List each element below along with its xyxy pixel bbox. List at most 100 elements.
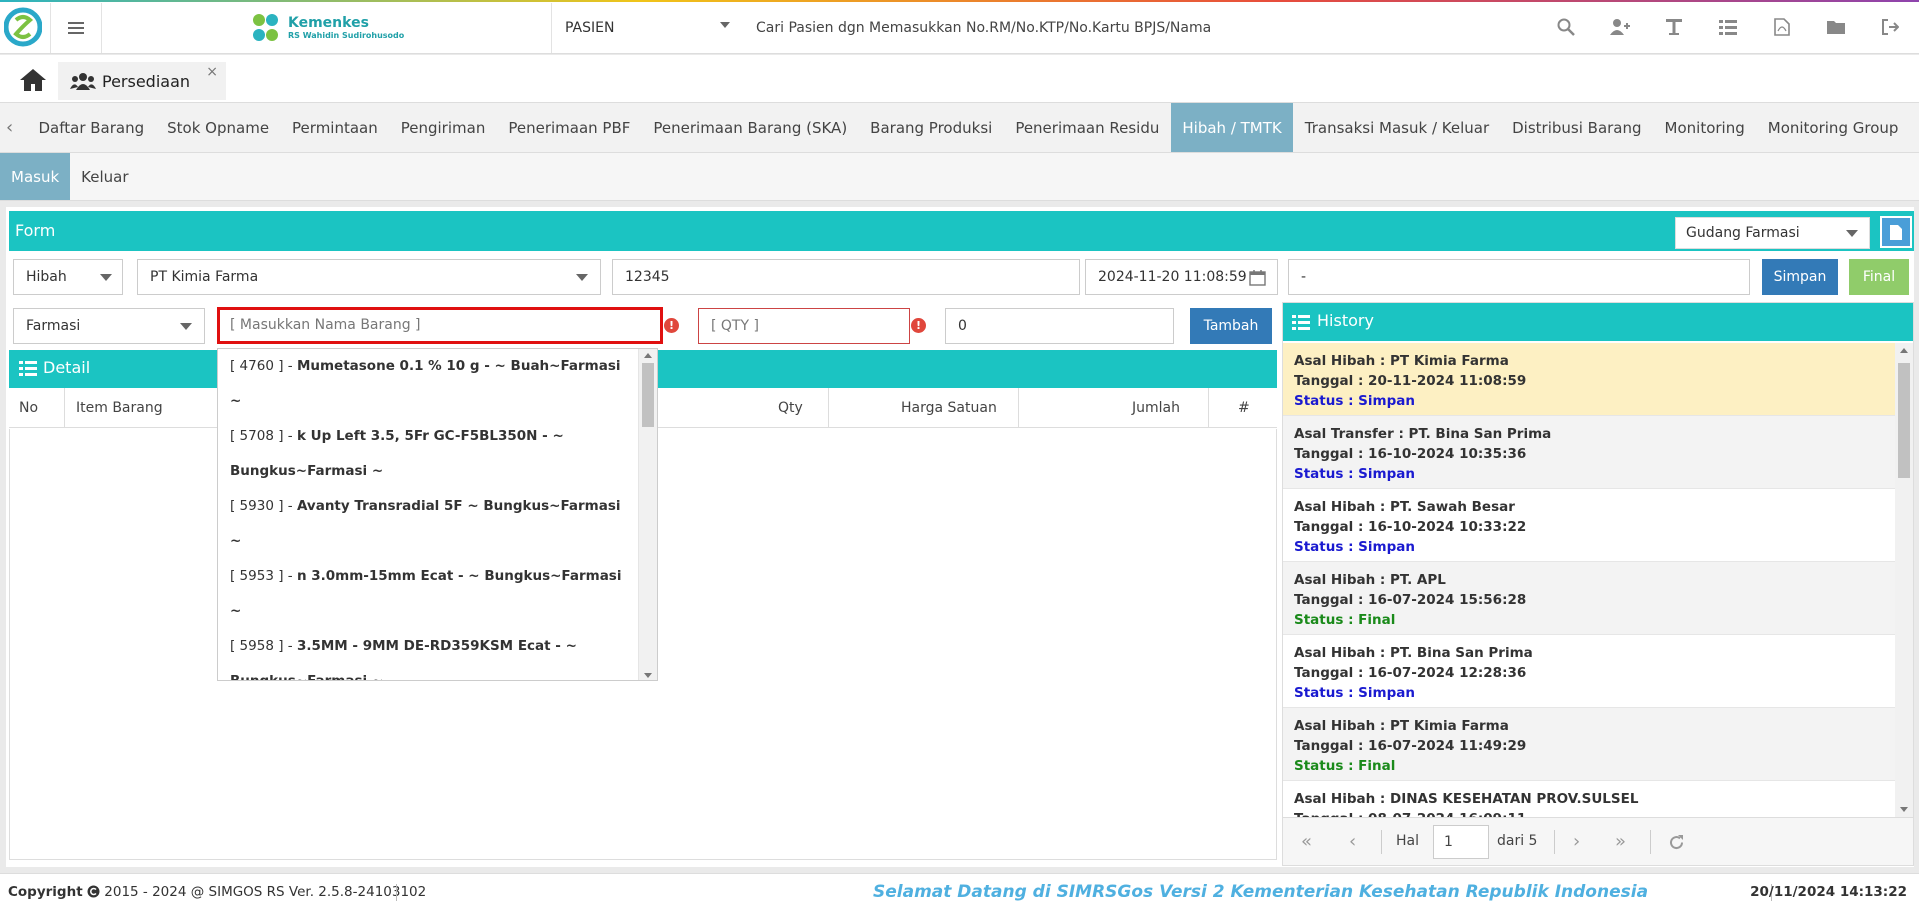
scroll-thumb[interactable]	[642, 363, 654, 427]
gudang-value: Gudang Farmasi	[1686, 225, 1800, 241]
history-item[interactable]: Asal Hibah : PT. Bina San Prima Tanggal :…	[1283, 635, 1895, 708]
history-asal: Asal Hibah : PT Kimia Farma	[1294, 718, 1509, 734]
tanggal-input[interactable]: 2024-11-20 11:08:59	[1085, 259, 1278, 295]
new-document-button[interactable]	[1880, 216, 1912, 248]
scroll-up-icon[interactable]	[644, 353, 652, 358]
scroll-down-icon[interactable]	[1900, 807, 1908, 812]
autocomplete-option[interactable]: Bungkus~Farmasi ~	[218, 664, 638, 680]
gudang-select[interactable]: Gudang Farmasi	[1675, 217, 1870, 249]
tab-persediaan[interactable]: Persediaan ×	[58, 62, 227, 100]
barang-input[interactable]: [ Masukkan Nama Barang ]	[217, 307, 663, 344]
autocomplete-option[interactable]: [ 5953 ] - n 3.0mm-15mm Ecat - ~ Bungkus…	[218, 559, 638, 629]
chevron-down-icon[interactable]	[720, 22, 730, 28]
scroll-down-icon[interactable]	[644, 673, 652, 678]
qty-input[interactable]: [ QTY ]	[698, 308, 910, 344]
tab-permintaan[interactable]: Permintaan	[281, 103, 390, 152]
subtab-masuk[interactable]: Masuk	[0, 153, 71, 200]
history-item[interactable]: Asal Hibah : PT Kimia Farma Tanggal : 20-…	[1283, 343, 1895, 416]
first-page-icon[interactable]: «	[1301, 831, 1312, 852]
scroll-thumb[interactable]	[1898, 363, 1910, 478]
tab-monitoring[interactable]: Monitoring	[1653, 103, 1756, 152]
kategori-select[interactable]: Farmasi	[13, 308, 205, 344]
footer-divider	[396, 884, 397, 901]
column-divider	[1018, 388, 1019, 428]
scroll-up-icon[interactable]	[1900, 348, 1908, 353]
history-item[interactable]: Asal Transfer : PT. Bina San Prima Tangga…	[1283, 416, 1895, 489]
close-icon[interactable]: ×	[206, 64, 218, 80]
tab-penerimaan-pbf[interactable]: Penerimaan PBF	[497, 103, 642, 152]
hamburger-menu-button[interactable]	[50, 3, 102, 53]
subtab-keluar[interactable]: Keluar	[70, 153, 139, 200]
history-tanggal: Tanggal : 16-07-2024 11:49:29	[1294, 738, 1527, 754]
autocomplete-option[interactable]: [ 5708 ] - k Up Left 3.5, 5Fr GC-F5BL350…	[218, 419, 638, 454]
search-scope-select[interactable]: PASIEN	[565, 20, 614, 36]
keterangan-input[interactable]: -	[1288, 259, 1750, 295]
simpan-button[interactable]: Simpan	[1762, 259, 1838, 295]
history-asal: Asal Hibah : PT. Bina San Prima	[1294, 645, 1533, 661]
column-divider	[828, 388, 829, 428]
tambah-button[interactable]: Tambah	[1190, 308, 1272, 344]
text-icon[interactable]	[1663, 16, 1685, 38]
patient-search-input[interactable]: Cari Pasien dgn Memasukkan No.RM/No.KTP/…	[756, 20, 1211, 36]
tab-status-mutasi-b[interactable]: Status Mutasi B	[1910, 103, 1919, 152]
autocomplete-option[interactable]: Bungkus~Farmasi ~	[218, 454, 638, 489]
refresh-icon[interactable]	[1668, 834, 1685, 851]
dropdown-scrollbar[interactable]	[638, 349, 657, 680]
next-page-icon[interactable]: ›	[1573, 831, 1580, 852]
history-status: Status : Simpan	[1294, 466, 1415, 482]
nomor-input[interactable]: 12345	[612, 259, 1080, 295]
autocomplete-options: [ 4760 ] - Mumetasone 0.1 % 10 g - ~ Bua…	[218, 349, 638, 680]
tab-penerimaan-residu[interactable]: Penerimaan Residu	[1004, 103, 1171, 152]
prev-page-icon[interactable]: ‹	[1349, 831, 1356, 852]
chevron-left-icon[interactable]: ‹	[6, 117, 13, 138]
history-item[interactable]: Asal Hibah : PT. APL Tanggal : 16-07-2024…	[1283, 562, 1895, 635]
pdf-icon[interactable]	[1771, 16, 1793, 38]
asal-select[interactable]: PT Kimia Farma	[137, 259, 601, 295]
form-title: Form	[15, 221, 56, 240]
final-button[interactable]: Final	[1849, 259, 1909, 295]
tab-transaksi-masuk-keluar[interactable]: Transaksi Masuk / Keluar	[1293, 103, 1500, 152]
tab-distribusi-barang[interactable]: Distribusi Barang	[1501, 103, 1653, 152]
history-item[interactable]: Asal Hibah : DINAS KESEHATAN PROV.SULSEL…	[1283, 781, 1895, 817]
home-icon[interactable]	[18, 67, 48, 93]
autocomplete-option[interactable]: [ 5930 ] - Avanty Transradial 5F ~ Bungk…	[218, 489, 638, 559]
copyright: Copyright 2015 - 2024 @ SIMGOS RS Ver. 2…	[8, 884, 426, 900]
jenis-select[interactable]: Hibah	[13, 259, 123, 295]
folder-icon[interactable]	[1825, 16, 1847, 38]
tab-daftar-barang[interactable]: Daftar Barang	[27, 103, 156, 152]
add-user-icon[interactable]	[1609, 16, 1631, 38]
search-icon[interactable]	[1555, 16, 1577, 38]
logout-icon[interactable]	[1879, 16, 1901, 38]
history-item[interactable]: Asal Hibah : PT. Sawah Besar Tanggal : 16…	[1283, 489, 1895, 562]
col-item-barang: Item Barang	[76, 400, 163, 416]
option-code: [ 5708 ] -	[230, 428, 293, 444]
users-icon	[70, 73, 96, 90]
option-code: [ 5958 ] -	[230, 638, 293, 654]
barang-autocomplete-list[interactable]: [ 4760 ] - Mumetasone 0.1 % 10 g - ~ Bua…	[217, 348, 658, 681]
tab-hibah-tmtk[interactable]: Hibah / TMTK	[1170, 103, 1294, 152]
last-page-icon[interactable]: »	[1615, 831, 1626, 852]
tab-barang-produksi[interactable]: Barang Produksi	[859, 103, 1004, 152]
asal-value: PT Kimia Farma	[150, 269, 259, 285]
tab-stok-opname[interactable]: Stok Opname	[156, 103, 281, 152]
calendar-icon[interactable]	[1249, 269, 1266, 286]
history-asal: Asal Hibah : PT. Sawah Besar	[1294, 499, 1515, 515]
tab-monitoring-group[interactable]: Monitoring Group	[1756, 103, 1910, 152]
harga-input[interactable]: 0	[945, 308, 1174, 344]
history-item[interactable]: Asal Hibah : PT Kimia Farma Tanggal : 16-…	[1283, 708, 1895, 781]
pager-divider	[1650, 830, 1651, 854]
tab-pengiriman[interactable]: Pengiriman	[389, 103, 497, 152]
autocomplete-option[interactable]: [ 4760 ] - Mumetasone 0.1 % 10 g - ~ Bua…	[218, 349, 638, 419]
chevron-down-icon	[576, 274, 588, 281]
menu-tab-list: Daftar Barang Stok Opname Permintaan Pengir…	[27, 103, 1919, 152]
kategori-value: Farmasi	[26, 318, 81, 334]
page-number-input[interactable]: 1	[1433, 825, 1489, 859]
history-panel: History Asal Hibah : PT Kimia Farma Tangg…	[1282, 302, 1914, 866]
tab-penerimaan-barang-ska[interactable]: Penerimaan Barang (SKA)	[642, 103, 859, 152]
history-scrollbar[interactable]	[1895, 343, 1913, 817]
autocomplete-option[interactable]: [ 5958 ] - 3.5MM - 9MM DE-RD359KSM Ecat …	[218, 629, 638, 664]
history-tanggal: Tanggal : 16-10-2024 10:33:22	[1294, 519, 1527, 535]
warning-icon: !	[911, 318, 926, 333]
list-icon[interactable]	[1717, 16, 1739, 38]
history-tanggal: Tanggal : 20-11-2024 11:08:59	[1294, 373, 1527, 389]
